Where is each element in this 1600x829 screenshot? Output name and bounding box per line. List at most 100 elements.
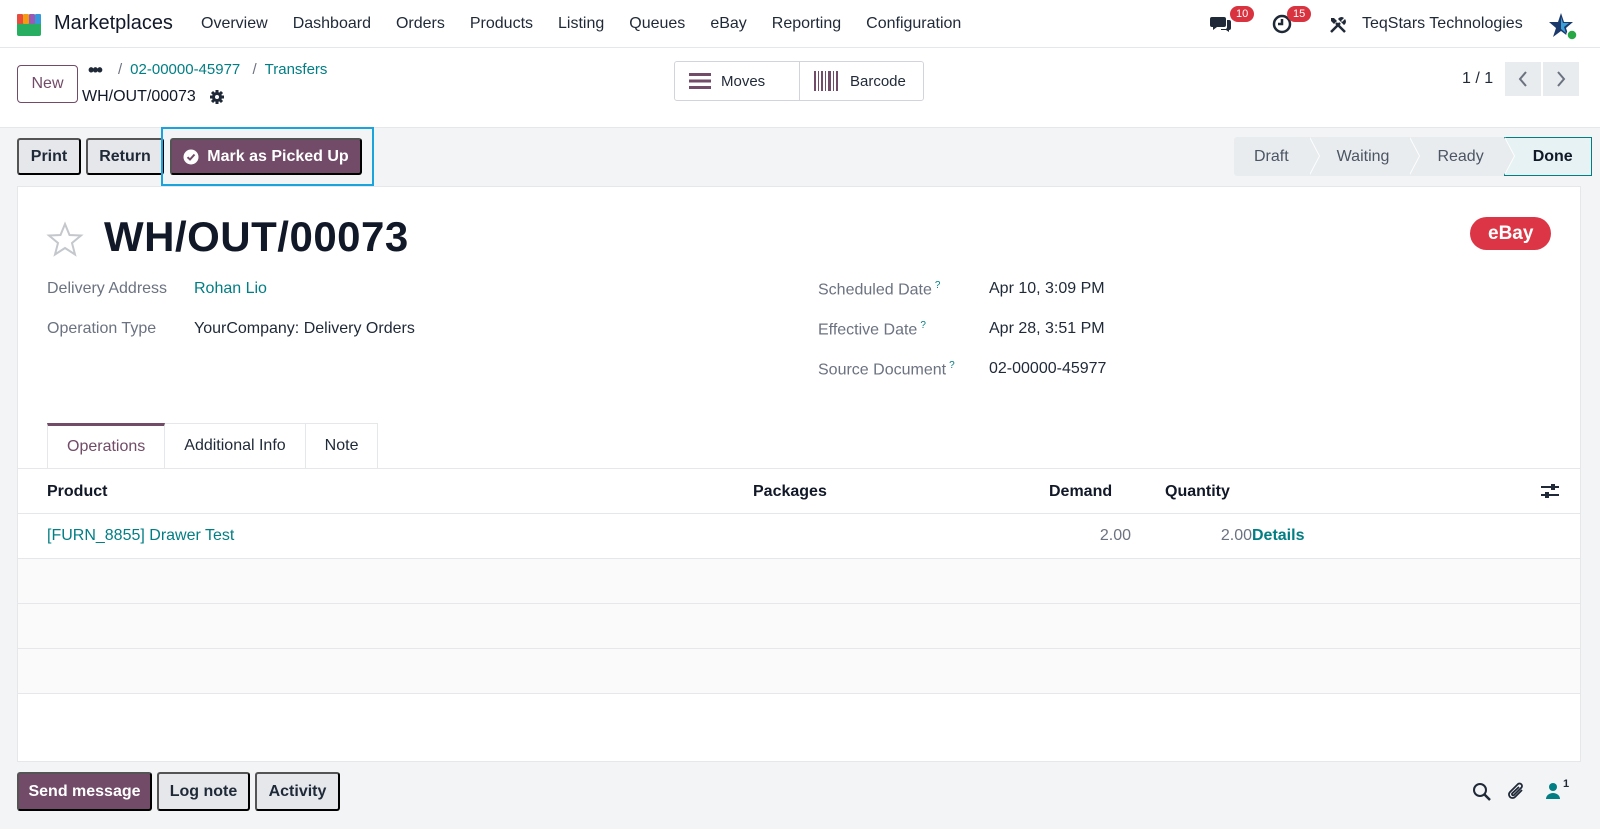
delivery-address-value[interactable]: Rohan Lio [194,280,267,298]
help-icon[interactable]: ? [935,280,941,291]
moves-label: Moves [721,72,766,90]
main-menu: Overview Dashboard Orders Products Listi… [201,15,986,33]
marketplaces-app-icon[interactable] [15,10,43,38]
menu-orders[interactable]: Orders [396,15,445,33]
menu-reporting[interactable]: Reporting [772,15,841,33]
chat-icon [1210,17,1231,32]
effective-date-value: Apr 28, 3:51 PM [989,320,1105,337]
row-quantity[interactable]: 2.00 [1168,527,1252,545]
log-note-button[interactable]: Log note [157,772,250,811]
breadcrumb-sale-order[interactable]: 02-00000-45977 [130,61,240,78]
breadcrumb: / 02-00000-45977 / Transfers [118,61,335,78]
source-document-label-text: Source Document [818,361,947,379]
delivery-address-label: Delivery Address [47,280,168,297]
bars-icon [689,73,711,89]
menu-queues[interactable]: Queues [629,15,685,33]
check-circle-icon [183,149,199,164]
column-packages[interactable]: Packages [753,483,827,501]
moves-smart-button[interactable]: Moves [675,62,799,100]
mark-as-picked-up-label: Mark as Picked Up [207,147,349,165]
smart-buttons: Moves Barcode [674,61,924,101]
chatter-bar: Send message Log note Activity 1 [0,762,1600,829]
row-product[interactable]: [FURN_8855] Drawer Test [47,527,234,545]
tab-additional-info[interactable]: Additional Info [165,423,306,469]
optional-columns-icon[interactable] [1541,483,1559,499]
company-switcher[interactable]: TeqStars Technologies [1362,15,1523,33]
table-row[interactable]: [FURN_8855] Drawer Test 2.00 2.00 Detail… [18,514,1580,559]
star-icon[interactable] [46,221,84,259]
followers-count: 1 [1563,778,1570,790]
stage-ready[interactable]: Ready [1409,137,1515,176]
menu-products[interactable]: Products [470,15,533,33]
scheduled-date-value[interactable]: Apr 10, 3:09 PM [989,280,1105,298]
breadcrumb-transfers[interactable]: Transfers [265,61,328,78]
print-button[interactable]: Print [17,138,81,175]
details-button[interactable]: Details [1252,527,1304,545]
return-button[interactable]: Return [86,138,164,175]
record-title: WH/OUT/00073 [104,213,409,260]
search-icon[interactable] [1472,782,1492,802]
user-icon [1546,783,1560,799]
empty-row [18,649,1580,694]
ebay-tag: eBay [1470,217,1552,250]
tools-icon[interactable] [1328,15,1348,35]
gear-icon[interactable] [209,89,225,105]
stage-pipeline: Draft Waiting Ready Done [1234,137,1592,176]
top-navbar: Marketplaces Overview Dashboard Orders P… [0,0,1600,48]
tab-note[interactable]: Note [305,423,379,469]
messages-button[interactable]: 10 [1210,6,1255,40]
paperclip-icon[interactable] [1507,782,1527,802]
app-name[interactable]: Marketplaces [54,12,173,35]
menu-dashboard[interactable]: Dashboard [293,15,371,33]
menu-overview[interactable]: Overview [201,15,268,33]
help-icon[interactable]: ? [949,360,955,371]
pager-previous-button[interactable] [1505,62,1541,96]
operation-type-label: Operation Type [47,320,157,337]
control-panel: New ••• / 02-00000-45977 / Transfers WH/OU… [0,48,1600,128]
row-demand: 2.00 [1099,527,1131,544]
help-icon[interactable]: ? [920,320,926,331]
column-demand[interactable]: Demand [1049,483,1112,501]
menu-ebay[interactable]: eBay [710,15,746,33]
user-avatar[interactable] [1548,11,1578,41]
record-name: WH/OUT/00073 [82,88,196,105]
effective-date-label-text: Effective Date [818,321,918,339]
column-product[interactable]: Product [47,483,107,501]
breadcrumb-more-icon[interactable]: ••• [88,60,103,81]
activity-button[interactable]: Activity [255,772,340,811]
barcode-icon [814,71,838,91]
mark-as-picked-up-button[interactable]: Mark as Picked Up [170,138,362,175]
scheduled-date-label: Scheduled Date? [818,280,940,299]
pager-value[interactable]: 1 / 1 [1462,70,1493,88]
send-message-button[interactable]: Send message [17,772,152,811]
activities-button[interactable]: 15 [1271,6,1312,40]
breadcrumb-separator: / [118,61,123,78]
chevron-left-icon [1518,71,1527,87]
stage-draft[interactable]: Draft [1234,137,1320,176]
empty-row [18,559,1580,604]
menu-configuration[interactable]: Configuration [866,15,961,33]
pager-next-button[interactable] [1543,62,1579,96]
stage-waiting[interactable]: Waiting [1308,137,1421,176]
new-button[interactable]: New [17,65,78,103]
source-document-label: Source Document? [818,360,955,379]
scheduled-date-label-text: Scheduled Date [818,281,932,299]
form-statusbar: Print Return Mark as Picked Up Draft Wai… [0,127,1600,186]
tab-operations[interactable]: Operations [47,423,166,469]
effective-date-label: Effective Date? [818,320,926,339]
followers-button[interactable]: 1 [1545,778,1575,804]
barcode-label: Barcode [850,72,906,90]
form-sheet: WH/OUT/00073 eBay Delivery Address Rohan… [17,186,1581,762]
empty-row [18,604,1580,649]
table-header: Product Packages Demand Quantity [18,469,1580,514]
menu-listing[interactable]: Listing [558,15,604,33]
operation-type-value[interactable]: YourCompany: Delivery Orders [194,320,415,338]
source-document-value[interactable]: 02-00000-45977 [989,360,1106,378]
breadcrumb-separator: / [252,61,257,78]
column-quantity[interactable]: Quantity [1165,483,1230,501]
chevron-right-icon [1557,71,1566,87]
notebook-tabs: Operations Additional Info Note [47,423,379,469]
stage-done[interactable]: Done [1503,137,1592,176]
barcode-smart-button[interactable]: Barcode [799,62,923,100]
messages-badge: 10 [1230,6,1255,22]
